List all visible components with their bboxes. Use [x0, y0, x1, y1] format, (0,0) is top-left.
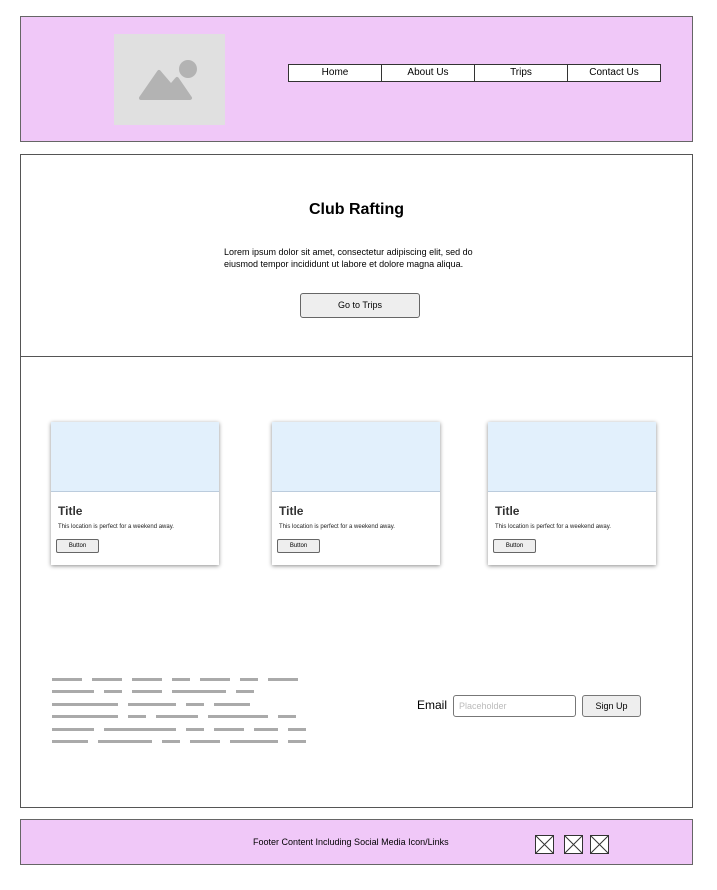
social-icon[interactable] [590, 835, 609, 854]
card-text: This location is perfect for a weekend a… [495, 524, 611, 530]
card-button[interactable]: Button [56, 539, 99, 553]
card-text: This location is perfect for a weekend a… [58, 524, 174, 530]
card-image [51, 422, 219, 492]
main-content: Club Rafting Lorem ipsum dolor sit amet,… [20, 154, 693, 808]
card-button[interactable]: Button [277, 539, 320, 553]
trip-card: Title This location is perfect for a wee… [272, 422, 440, 565]
hero-title: Club Rafting [308, 201, 405, 218]
card-image [488, 422, 656, 492]
nav-bar: Home About Us Trips Contact Us [288, 64, 661, 82]
email-input[interactable]: Placeholder [453, 695, 576, 717]
card-title: Title [495, 504, 520, 518]
card-title: Title [58, 504, 83, 518]
card-title: Title [279, 504, 304, 518]
nav-home[interactable]: Home [288, 64, 382, 82]
sign-up-button[interactable]: Sign Up [582, 695, 641, 717]
social-icon[interactable] [564, 835, 583, 854]
trip-card: Title This location is perfect for a wee… [488, 422, 656, 565]
placeholder-text-block [52, 673, 322, 748]
email-label: Email [417, 698, 448, 712]
footer: Footer Content Including Social Media Ic… [20, 819, 693, 865]
nav-about-us[interactable]: About Us [381, 64, 475, 82]
card-text: This location is perfect for a weekend a… [279, 524, 395, 530]
card-image [272, 422, 440, 492]
go-to-trips-button[interactable]: Go to Trips [300, 293, 420, 318]
card-button[interactable]: Button [493, 539, 536, 553]
social-icon[interactable] [535, 835, 554, 854]
trip-card: Title This location is perfect for a wee… [51, 422, 219, 565]
nav-contact-us[interactable]: Contact Us [567, 64, 661, 82]
hero-text: Lorem ipsum dolor sit amet, consectetur … [224, 247, 473, 269]
logo-image-placeholder-icon [114, 34, 225, 125]
header: Home About Us Trips Contact Us [20, 16, 693, 142]
hero-section: Club Rafting Lorem ipsum dolor sit amet,… [21, 155, 692, 357]
footer-text: Footer Content Including Social Media Ic… [253, 837, 449, 847]
nav-trips[interactable]: Trips [474, 64, 568, 82]
